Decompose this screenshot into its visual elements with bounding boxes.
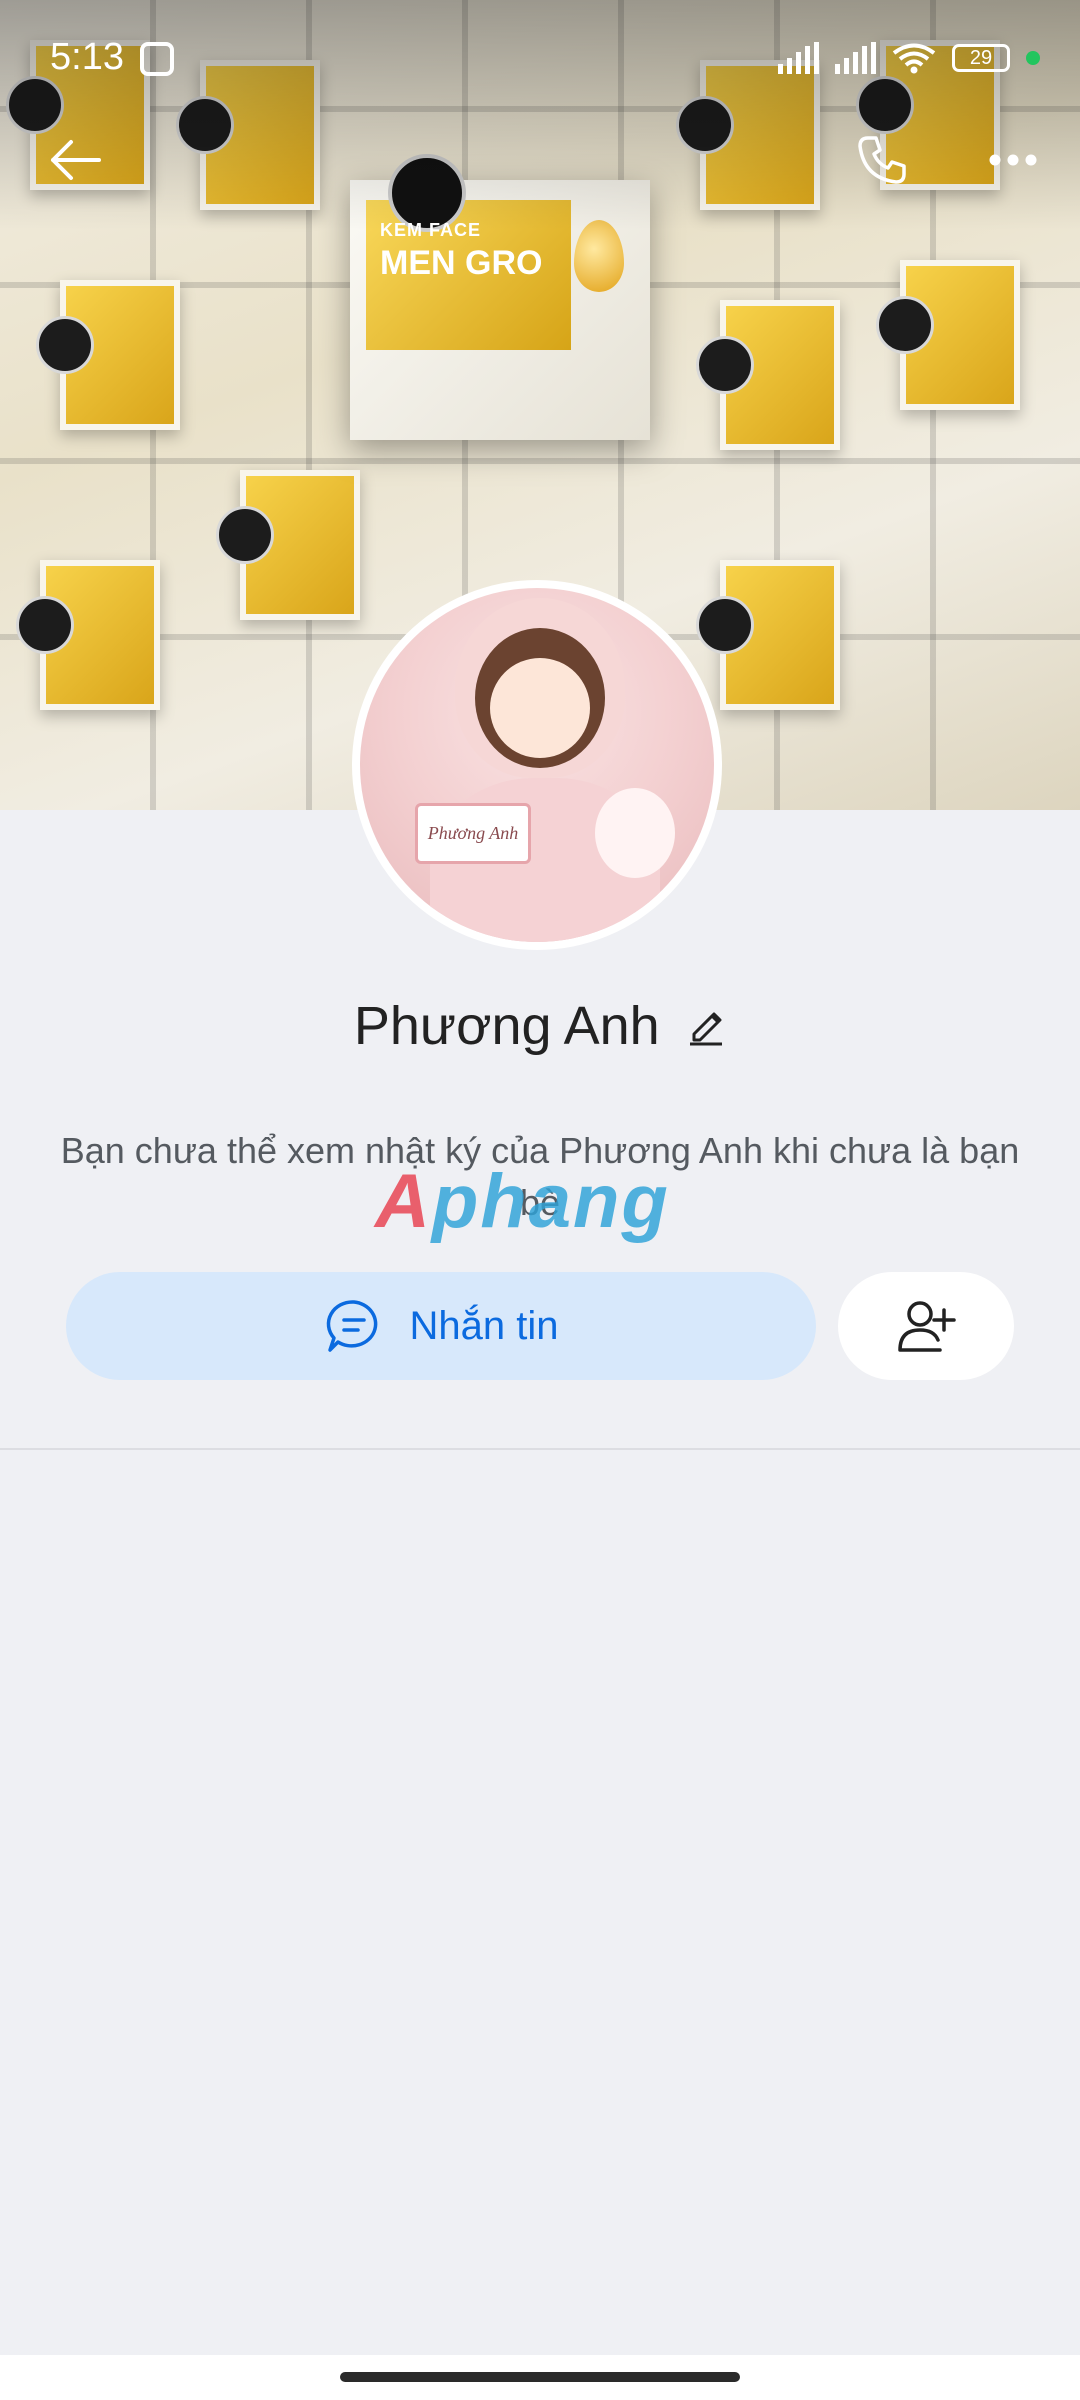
edit-name-button[interactable] <box>686 1002 726 1051</box>
watermark: Aphang <box>375 1159 670 1244</box>
user-add-icon <box>898 1301 956 1352</box>
avatar-sign-text: Phương Anh <box>415 803 531 864</box>
add-friend-button[interactable] <box>838 1272 1014 1380</box>
signal-icon <box>778 42 819 74</box>
pencil-icon <box>690 1012 723 1045</box>
avatar[interactable]: Phương Anh <box>352 580 722 950</box>
arrow-left-icon <box>51 140 101 180</box>
battery-icon: 29 <box>952 44 1010 72</box>
ellipsis-icon <box>989 154 1037 166</box>
face-icon <box>140 42 174 76</box>
home-indicator[interactable] <box>340 2372 740 2382</box>
section-divider <box>0 1448 1080 1450</box>
message-button[interactable]: Nhắn tin <box>66 1272 816 1380</box>
more-button[interactable] <box>973 120 1053 200</box>
profile-name-row: Phương Anh <box>0 995 1080 1057</box>
green-dot <box>1026 51 1040 65</box>
back-button[interactable] <box>35 120 115 200</box>
product-box <box>696 300 840 450</box>
product-box <box>876 260 1020 410</box>
status-bar: 5:13 29 <box>0 0 1080 120</box>
product-box <box>16 560 160 710</box>
wifi-icon <box>892 43 936 74</box>
product-box <box>216 470 360 620</box>
chat-bubble-icon <box>326 1300 377 1352</box>
box-product-text: MEN GRO <box>380 244 543 282</box>
product-box <box>696 560 840 710</box>
profile-name: Phương Anh <box>353 996 660 1056</box>
message-button-label: Nhắn tin <box>409 1303 559 1348</box>
signal-icon <box>835 42 876 74</box>
status-time: 5:13 <box>50 36 124 78</box>
product-box <box>36 280 180 430</box>
phone-icon <box>858 136 906 184</box>
call-button[interactable] <box>842 120 922 200</box>
